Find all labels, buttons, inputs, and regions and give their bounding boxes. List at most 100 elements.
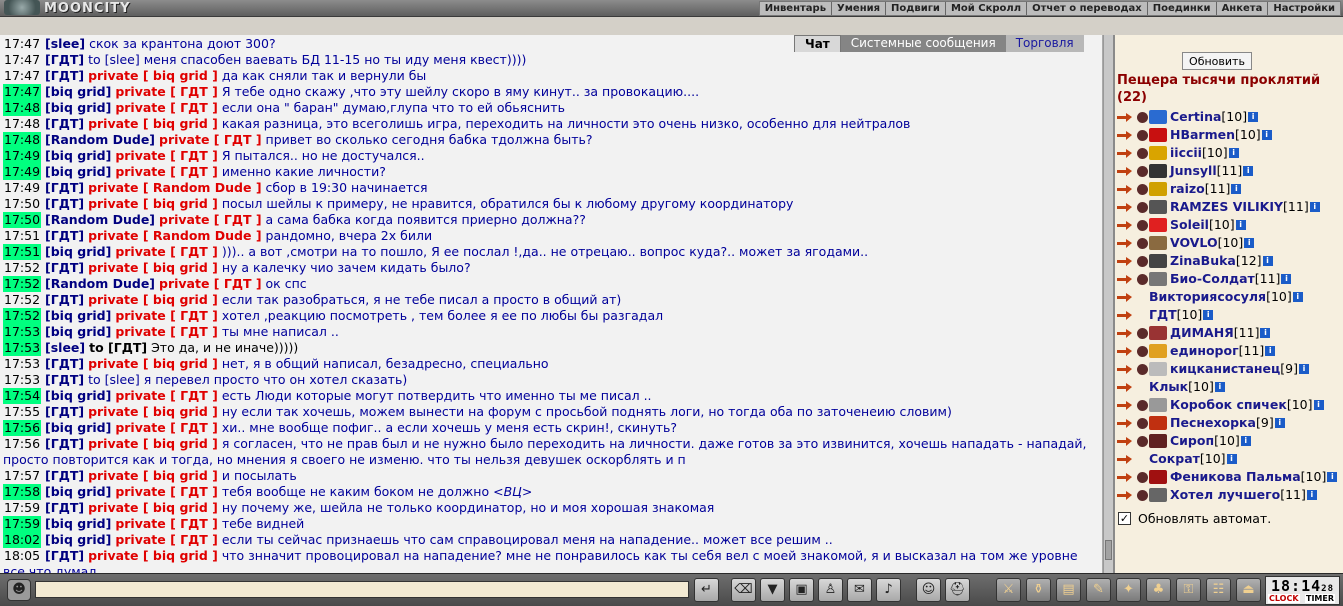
info-icon[interactable]: i [1327,472,1338,482]
private-recipient[interactable]: private [ ГДТ ] [115,100,218,115]
message-author[interactable]: [ГДТ] [45,260,84,275]
user-name[interactable]: Сократ [1149,450,1200,468]
private-recipient[interactable]: private [ ГДТ ] [115,516,218,531]
private-arrow-icon[interactable] [1117,273,1135,285]
user-list-item[interactable]: iiccii [10] i [1117,144,1343,162]
user-name[interactable]: Викториясосуля [1149,288,1266,306]
message-author[interactable]: [slee] [45,36,85,51]
private-recipient[interactable]: private [ biq grid ] [88,68,218,83]
message-author[interactable]: [biq grid] [45,532,111,547]
clock-label[interactable]: CLOCK [1268,594,1300,603]
to-recipient[interactable]: to [slee] [88,372,140,387]
user-name[interactable]: VOVLO [1170,234,1218,252]
private-arrow-icon[interactable] [1117,399,1135,411]
sound-icon[interactable]: ♪ [876,578,901,602]
message-author[interactable]: [ГДТ] [45,228,84,243]
private-recipient[interactable]: private [ biq grid ] [88,404,218,419]
private-recipient[interactable]: private [ biq grid ] [88,500,218,515]
user-list-item[interactable]: единорог [11] i [1117,342,1343,360]
info-icon[interactable]: i [1243,166,1254,176]
private-arrow-icon[interactable] [1117,111,1135,123]
user-list-item[interactable]: raizo [11] i [1117,180,1343,198]
private-arrow-icon[interactable] [1117,201,1135,213]
exit-icon[interactable]: ⏏ [1236,578,1261,602]
private-arrow-icon[interactable] [1117,165,1135,177]
refresh-button[interactable]: Обновить [1182,52,1252,70]
message-author[interactable]: [biq grid] [45,516,111,531]
menu-duels[interactable]: Поединки [1146,2,1216,15]
info-icon[interactable]: i [1261,130,1272,140]
message-author[interactable]: [biq grid] [45,388,111,403]
menu-transfer-report[interactable]: Отчет о переводах [1026,2,1147,15]
message-author[interactable]: [ГДТ] [45,116,84,131]
private-arrow-icon[interactable] [1117,147,1135,159]
user-list-item[interactable]: VOVLO [10] i [1117,234,1343,252]
user-list-item[interactable]: Сократ [10] i [1117,450,1343,468]
info-icon[interactable]: i [1248,112,1259,122]
message-author[interactable]: [ГДТ] [45,292,84,307]
user-list-item[interactable]: Soleil [10] i [1117,216,1343,234]
message-author[interactable]: [Random Dude] [45,212,155,227]
message-author[interactable]: [biq grid] [45,164,111,179]
send-icon[interactable]: ↵ [694,578,719,602]
chat-input[interactable] [35,581,689,598]
filter-icon[interactable]: ▼ [760,578,785,602]
private-recipient[interactable]: private [ ГДТ ] [115,244,218,259]
user-name[interactable]: Soleil [1170,216,1209,234]
user-name[interactable]: Certina [1170,108,1221,126]
info-icon[interactable]: i [1306,490,1317,500]
menu-achievements[interactable]: Подвиги [885,2,945,15]
private-recipient[interactable]: private [ biq grid ] [88,356,218,371]
group-icon[interactable]: ☷ [1206,578,1231,602]
user-name[interactable]: Хотел лучшего [1170,486,1280,504]
info-icon[interactable]: i [1226,454,1237,464]
menu-profile[interactable]: Анкета [1215,2,1268,15]
private-recipient[interactable]: private [ biq grid ] [88,548,218,563]
private-recipient[interactable]: private [ ГДТ ] [115,148,218,163]
auto-refresh-checkbox[interactable]: ✓ [1118,512,1131,525]
message-author[interactable]: [biq grid] [45,148,111,163]
user-list-item[interactable]: Хотел лучшего [11] i [1117,486,1343,504]
user-name[interactable]: raizo [1170,180,1205,198]
info-icon[interactable]: i [1235,220,1246,230]
private-recipient[interactable]: private [ Random Dude ] [88,228,262,243]
private-arrow-icon[interactable] [1117,129,1135,141]
user-name[interactable]: единорог [1170,342,1239,360]
private-recipient[interactable]: private [ ГДТ ] [115,308,218,323]
user-name[interactable]: Junsyll [1170,162,1217,180]
user-list-item[interactable]: Клык [10] i [1117,378,1343,396]
private-recipient[interactable]: private [ biq grid ] [88,292,218,307]
friends-icon[interactable]: ♣ [1146,578,1171,602]
private-recipient[interactable]: private [ ГДТ ] [115,484,218,499]
menu-settings[interactable]: Настройки [1267,2,1340,15]
message-author[interactable]: [Random Dude] [45,132,155,147]
tab-system-messages[interactable]: Системные сообщения [840,35,1006,52]
private-recipient[interactable]: private [ Random Dude ] [88,180,262,195]
user-list-item[interactable]: Феникова Пальма [10] i [1117,468,1343,486]
private-arrow-icon[interactable] [1117,345,1135,357]
info-icon[interactable]: i [1260,328,1271,338]
message-author[interactable]: [biq grid] [45,84,111,99]
user-list-item[interactable]: Био-Солдат [11] i [1117,270,1343,288]
private-recipient[interactable]: private [ ГДТ ] [159,132,262,147]
user-name[interactable]: iiccii [1170,144,1202,162]
user-name[interactable]: ГДТ [1149,306,1177,324]
private-recipient[interactable]: private [ ГДТ ] [159,212,262,227]
quill-icon[interactable]: ✎ [1086,578,1111,602]
private-recipient[interactable]: private [ ГДТ ] [159,276,262,291]
tab-chat[interactable]: Чат [794,35,841,52]
menu-my-scroll[interactable]: Мой Скролл [944,2,1026,15]
private-arrow-icon[interactable] [1117,219,1135,231]
user-name[interactable]: Сироп [1170,432,1214,450]
info-icon[interactable]: i [1203,310,1214,320]
user-list-item[interactable]: Junsyll [11] i [1117,162,1343,180]
save-icon[interactable]: ▣ [789,578,814,602]
message-author[interactable]: [Random Dude] [45,276,155,291]
helmet-icon[interactable]: ⛑ [945,578,970,602]
user-list-item[interactable]: Коробок спичек [10] i [1117,396,1343,414]
private-arrow-icon[interactable] [1117,309,1135,321]
message-author[interactable]: [ГДТ] [45,356,84,371]
user-list-item[interactable]: RAMZES VILIKIY [11] i [1117,198,1343,216]
info-icon[interactable]: i [1313,400,1324,410]
user-name[interactable]: RAMZES VILIKIY [1170,198,1283,216]
